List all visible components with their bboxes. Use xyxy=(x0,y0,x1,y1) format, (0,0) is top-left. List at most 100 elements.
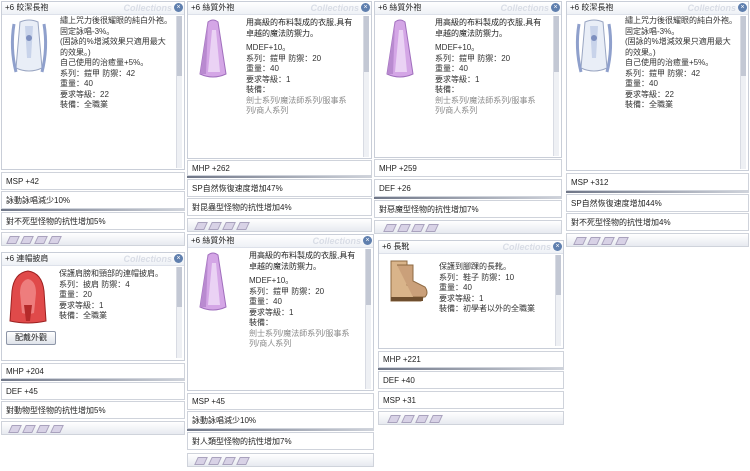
card-slot-icon[interactable] xyxy=(36,425,50,433)
item-stat-line: 固定詠唱-3%。 xyxy=(60,26,115,36)
item-stat-line: 固定詠唱-3%。 xyxy=(625,26,680,36)
close-icon[interactable]: × xyxy=(363,236,372,245)
card-slot-icon[interactable] xyxy=(48,236,62,244)
card-slot-icon[interactable] xyxy=(34,236,48,244)
item-equip-line: 劍士系列/魔法師系列/服事系 xyxy=(435,95,536,105)
scrollbar[interactable] xyxy=(740,16,746,169)
item-stat-line: 系列：鎧甲 防禦：20 xyxy=(249,286,325,296)
item-stat-line: 的效果。) xyxy=(625,47,656,57)
card-slot-icon[interactable] xyxy=(415,415,429,423)
collections-watermark: Collections xyxy=(500,3,549,13)
scrollbar[interactable] xyxy=(555,255,561,346)
item-description: 保護到腳踝的長靴。 xyxy=(439,262,511,271)
card-slot-icon[interactable] xyxy=(411,224,425,232)
close-icon[interactable]: × xyxy=(174,254,183,263)
card-slot-icon[interactable] xyxy=(20,236,34,244)
scrollbar[interactable] xyxy=(176,267,182,358)
card-slot-row xyxy=(1,421,185,435)
card-slot-icon[interactable] xyxy=(8,425,22,433)
item-stat-line: 要求等級：22 xyxy=(625,89,674,99)
card-slot-icon[interactable] xyxy=(22,425,36,433)
item-description: 用高級的布料製成的衣服,具有 卓越的魔法防禦力。 xyxy=(249,251,356,271)
card-slot-row xyxy=(1,232,185,246)
item-equip-line: 列/商人系列 xyxy=(435,106,478,115)
close-icon[interactable]: × xyxy=(738,3,747,12)
scrollbar[interactable] xyxy=(176,16,182,168)
card-slot-icon[interactable] xyxy=(194,457,208,465)
item-stat-line: MDEF+10。 xyxy=(435,43,480,52)
random-option-bar: DEF +45 xyxy=(1,382,185,400)
item-stat-line: 系列：鎧甲 防禦：20 xyxy=(435,53,511,63)
item-title: +6 長靴 xyxy=(382,242,410,251)
collections-watermark: Collections xyxy=(310,3,359,13)
close-icon[interactable]: × xyxy=(551,3,560,12)
close-icon[interactable]: × xyxy=(174,3,183,12)
card-slot-row xyxy=(378,411,564,425)
random-option-bar: 詠動詠唱減少10% xyxy=(1,191,185,209)
card-slot-row xyxy=(187,218,372,232)
card-slot-icon[interactable] xyxy=(573,237,587,245)
item-stat-line: 重量：40 xyxy=(246,64,279,73)
random-option-bar: 對人類型怪物的抗性增加7% xyxy=(187,432,374,450)
item-card-hood: +6 連帽披肩 Collections × 保護肩膀和頸部的連帽披肩。 系列：披肩 … xyxy=(1,252,185,361)
item-stat-line: 系列：鞋子 防禦：10 xyxy=(439,272,515,282)
item-stat-line: 系列：鎧甲 防禦：20 xyxy=(246,53,322,63)
card-slot-icon[interactable] xyxy=(429,415,443,423)
item-stat-line: 要求等級：1 xyxy=(435,74,480,84)
card-slot-icon[interactable] xyxy=(208,457,222,465)
random-option-bar: MHP +204 xyxy=(1,363,185,379)
item-stat-line: 系列：披肩 防禦：4 xyxy=(59,279,130,289)
item-stat-line: 要求等級：1 xyxy=(249,307,294,317)
item-title: +6 連帽披肩 xyxy=(5,254,49,263)
silk-cloak-icon xyxy=(386,19,414,78)
item-stat-line: 裝備： xyxy=(435,85,459,94)
item-card-boots: +6 長靴 Collections × 保護到腳踝的長靴。 系列：鞋子 防禦：10 … xyxy=(378,240,564,349)
card-slot-icon[interactable] xyxy=(6,236,20,244)
card-slot-icon[interactable] xyxy=(208,222,222,230)
card-slot-icon[interactable] xyxy=(401,415,415,423)
item-stat-line: 重量：40 xyxy=(439,283,472,292)
wear-costume-button[interactable]: 配戴外觀 xyxy=(6,331,56,345)
item-description: 用高級的布料製成的衣服,具有 卓越的魔法防禦力。 xyxy=(435,18,542,38)
item-equip-line: 劍士系列/魔法師系列/服事系 xyxy=(246,95,347,105)
card-slot-icon[interactable] xyxy=(397,224,411,232)
random-option-bar: 對惡魔型怪物的抗性增加7% xyxy=(374,200,562,218)
random-option-bar: 對動物型怪物的抗性增加5% xyxy=(1,401,185,419)
item-card-cloak-3: +6 絲質外袍 Collections × 用高級的布料製成的衣服,具有 卓越的魔法… xyxy=(187,234,374,391)
item-stat-line: 要求等級：22 xyxy=(60,89,109,99)
item-description: 繡上咒力後很耀眼的純白外袍。 xyxy=(60,16,172,25)
random-option-bar: SP自然恢復速度增加47% xyxy=(187,179,372,197)
item-stat-line: 自己使用的治癒量+5%。 xyxy=(60,58,149,67)
card-slot-icon[interactable] xyxy=(194,222,208,230)
card-slot-icon[interactable] xyxy=(615,237,629,245)
close-icon[interactable]: × xyxy=(361,3,370,12)
card-slot-icon[interactable] xyxy=(601,237,615,245)
random-option-bar: MHP +262 xyxy=(187,160,372,176)
card-slot-icon[interactable] xyxy=(387,415,401,423)
scrollbar[interactable] xyxy=(365,249,371,389)
item-stat-line: 裝備：全職業 xyxy=(59,311,107,320)
card-slot-icon[interactable] xyxy=(383,224,397,232)
card-slot-icon[interactable] xyxy=(236,457,250,465)
random-option-bar: DEF +26 xyxy=(374,179,562,197)
item-stat-line: 要求等級：1 xyxy=(246,74,291,84)
item-title: +6 絲質外袍 xyxy=(191,3,235,12)
card-slot-icon[interactable] xyxy=(222,457,236,465)
close-icon[interactable]: × xyxy=(553,242,562,251)
card-slot-icon[interactable] xyxy=(587,237,601,245)
scrollbar[interactable] xyxy=(363,16,369,157)
collections-watermark: Collections xyxy=(312,236,361,246)
card-slot-icon[interactable] xyxy=(50,425,64,433)
card-slot-icon[interactable] xyxy=(236,222,250,230)
random-option-bar: 對昆蟲型怪物的抗性增加4% xyxy=(187,198,372,216)
silk-cloak-icon xyxy=(199,252,227,311)
random-option-bar: MSP +31 xyxy=(378,391,564,409)
collections-watermark: Collections xyxy=(502,242,551,252)
item-stat-line: 要求等級：1 xyxy=(59,300,104,310)
random-option-bar: DEF +40 xyxy=(378,371,564,389)
card-slot-icon[interactable] xyxy=(425,224,439,232)
card-slot-icon[interactable] xyxy=(222,222,236,230)
scrollbar[interactable] xyxy=(553,16,559,156)
item-stat-line: 裝備：初學者以外的全職業 xyxy=(439,304,535,313)
item-stat-line: 重量：40 xyxy=(625,79,658,88)
